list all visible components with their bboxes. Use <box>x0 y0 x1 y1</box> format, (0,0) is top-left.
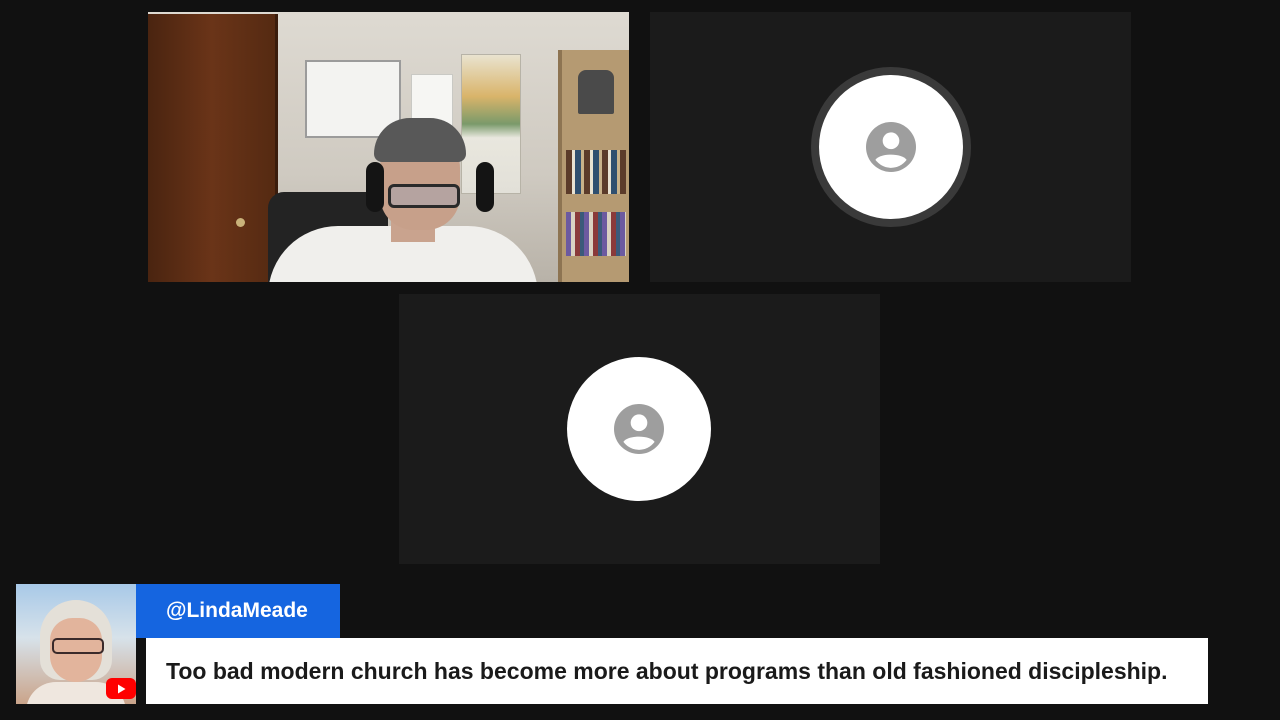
account-circle-icon <box>614 404 664 454</box>
commenter-avatar <box>16 584 136 704</box>
webcam-feed <box>148 12 629 282</box>
avatar <box>567 357 711 501</box>
comment-author-box: @LindaMeade <box>136 584 340 638</box>
person-cap <box>374 118 466 162</box>
book-row <box>566 212 626 256</box>
person-glasses <box>388 184 460 208</box>
account-circle-icon <box>866 122 916 172</box>
participant-avatar-tile[interactable] <box>650 12 1131 282</box>
book-row <box>566 150 626 194</box>
participant-avatar-tile[interactable] <box>399 294 880 564</box>
shelf-figurine <box>578 70 614 114</box>
headphone-left <box>366 162 384 212</box>
avatar-glasses <box>52 638 104 654</box>
comment-message: Too bad modern church has become more ab… <box>166 657 1168 684</box>
participant-video-tile[interactable] <box>148 12 629 282</box>
avatar-ring <box>811 67 971 227</box>
door <box>148 14 278 282</box>
avatar <box>819 75 963 219</box>
avatar-ring <box>567 357 711 501</box>
youtube-icon <box>106 678 136 699</box>
headphone-right <box>476 162 494 212</box>
comment-message-box: Too bad modern church has become more ab… <box>146 638 1208 704</box>
door-knob <box>236 218 245 227</box>
stream-stage: @LindaMeade Too bad modern church has be… <box>0 0 1280 720</box>
comment-author: @LindaMeade <box>166 599 308 622</box>
play-icon <box>118 684 126 693</box>
